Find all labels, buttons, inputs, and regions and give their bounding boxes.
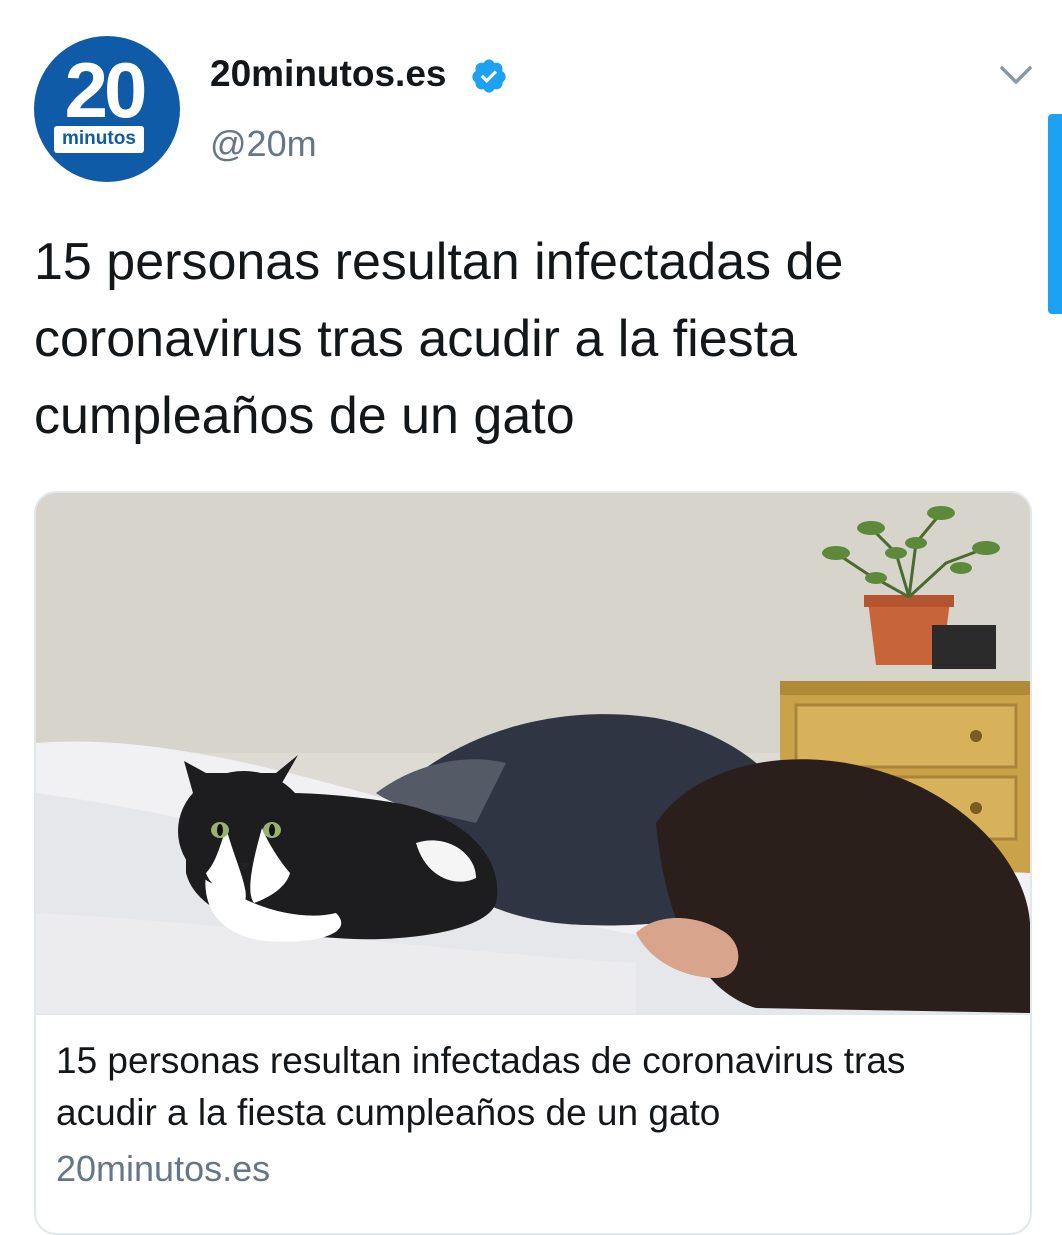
link-card[interactable]: 15 personas resultan infectadas de coron…: [34, 491, 1032, 1235]
scrollbar[interactable]: [1048, 114, 1062, 314]
card-title: 15 personas resultan infectadas de coron…: [56, 1040, 906, 1133]
avatar-logo-word: minutos: [54, 126, 144, 153]
avatar-logo-number: 20: [64, 46, 148, 134]
handle[interactable]: @20m: [210, 122, 317, 166]
display-name[interactable]: 20minutos.es: [210, 52, 446, 96]
card-domain: 20minutos.es: [56, 1148, 271, 1189]
verified-badge-icon: [472, 59, 506, 93]
chevron-down-icon[interactable]: [996, 60, 1036, 90]
card-divider: [36, 1013, 1030, 1015]
card-image: [36, 493, 1030, 1013]
avatar[interactable]: 20 minutos: [34, 36, 180, 182]
tweet-text: 15 personas resultan infectadas de coron…: [34, 233, 844, 445]
